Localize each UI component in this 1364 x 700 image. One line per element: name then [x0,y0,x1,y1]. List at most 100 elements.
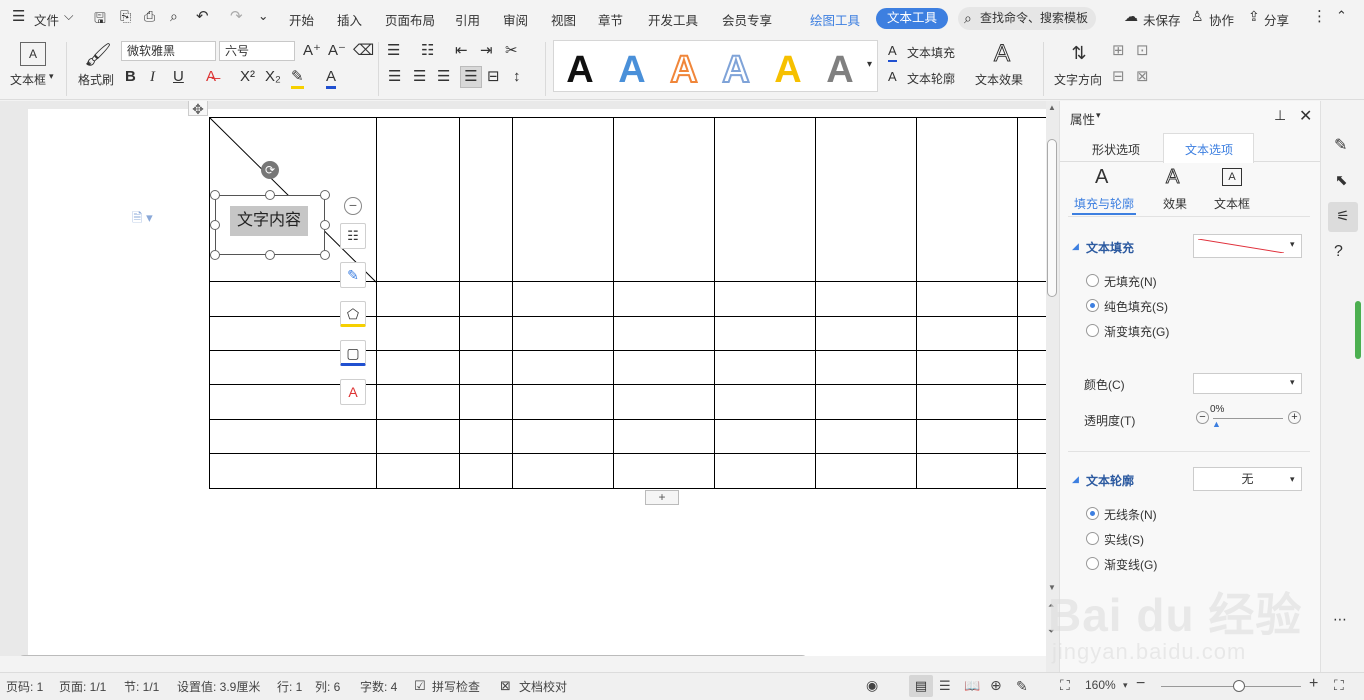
text-fill-button[interactable]: 文本填充 [907,44,955,61]
resize-handle[interactable] [320,250,330,260]
fill-solid-label[interactable]: 纯色填充(S) [1104,298,1168,315]
resize-handle[interactable] [210,220,220,230]
collapse-toolbar-icon[interactable]: − [344,197,362,215]
art-text-gallery[interactable]: A A A A A A ▾ [553,40,878,92]
layout-options-icon[interactable]: ☷ [340,223,366,249]
proofread-button[interactable]: 文档校对 [519,678,567,695]
textbox[interactable]: 文字内容 [215,195,325,255]
text-tools-icon[interactable]: ✂ [505,42,518,60]
table-move-icon[interactable]: ✥ [188,101,208,117]
tab-start[interactable]: 开始 [289,10,314,29]
status-page[interactable]: 页面: 1/1 [59,678,106,695]
underline-icon[interactable]: U [173,68,184,86]
more-dots-icon[interactable]: ⋯ [1333,611,1347,628]
resize-handle[interactable] [265,250,275,260]
tab-drawing-tools[interactable]: 绘图工具 [810,10,860,29]
more-icon[interactable]: ⋮ [1312,7,1327,25]
collapse-ribbon-icon[interactable]: ⌃ [1336,8,1347,24]
zoom-slider[interactable] [1161,686,1301,687]
clear-format-icon[interactable]: ⌫ [353,42,374,60]
minus-icon[interactable]: − [1196,411,1209,424]
outline-solid-label[interactable]: 实线(S) [1104,531,1144,548]
grow-font-icon[interactable]: A⁺ [303,42,321,60]
export-icon[interactable]: ⎘ [120,8,131,25]
italic-icon[interactable]: I [150,68,155,86]
plus-icon[interactable]: + [1288,411,1301,424]
art-style-blue-outline[interactable]: A [718,48,754,92]
art-style-blue[interactable]: A [614,49,650,91]
art-style-black[interactable]: A [562,49,598,91]
effect-icon[interactable]: A [1165,166,1179,189]
shape-fill-icon[interactable]: ⬠ [340,301,366,327]
help-icon[interactable]: ? [1334,243,1343,261]
close-icon[interactable]: ✕ [1299,106,1312,126]
tab-insert[interactable]: 插入 [337,10,362,29]
add-row-button[interactable]: + [645,490,679,505]
scroll-right-icon[interactable]: ▶ [1034,654,1041,656]
scroll-thumb[interactable] [1047,139,1057,297]
format-painter-button[interactable]: 格式刷 [78,71,114,88]
rotate-icon[interactable]: ⟳ [261,161,279,179]
indent-icon[interactable]: ⇥ [480,42,493,60]
page-view-icon[interactable]: ▤ [909,675,933,697]
fullscreen-icon[interactable]: ⛶ [1334,677,1344,694]
undo-icon[interactable]: ↶ [196,7,209,25]
eye-protect-icon[interactable]: ◉ [866,677,878,694]
share-button[interactable]: 分享 [1264,10,1289,29]
tab-chapter[interactable]: 章节 [598,10,623,29]
tab-page-layout[interactable]: 页面布局 [385,10,435,29]
align-center-icon[interactable]: ☰ [413,68,426,86]
preview-icon[interactable]: ⌕ [170,8,178,25]
outline-view-icon[interactable]: ☰ [939,678,951,694]
align-left-icon[interactable]: ☰ [388,68,401,86]
outline-solid-radio[interactable] [1086,532,1099,545]
shape-style-icon[interactable]: ✎ [340,262,366,288]
document-area[interactable]: 🗎 ▾ ✥ 文字内容 ⟳ − ☷ ✎ ⬠ ▢ A + [0,101,1046,656]
fill-none-radio[interactable] [1086,274,1099,287]
textbox-button[interactable]: 文本框 [10,71,46,88]
font-color-icon[interactable]: A [326,68,337,89]
collapse-icon[interactable]: ◢ [1072,474,1079,485]
quick-access-more-icon[interactable]: ⌄ [258,8,268,23]
tab-member[interactable]: 会员专享 [722,10,772,29]
spellcheck-icon[interactable]: ☑ [414,678,426,694]
text-link-icon[interactable]: ⊠ [1136,68,1149,86]
collab-button[interactable]: 协作 [1209,10,1234,29]
chevron-down-icon[interactable]: ▾ [1096,110,1101,121]
bullet-list-icon[interactable]: ☰ [387,42,400,60]
gallery-more-icon[interactable]: ▾ [867,59,872,70]
line-spacing-icon[interactable]: ↕ [513,68,521,86]
status-section[interactable]: 节: 1/1 [124,678,159,695]
spellcheck-button[interactable]: 拼写检查 [432,678,480,695]
text-outline-icon[interactable]: A [888,68,897,86]
resize-handle[interactable] [210,250,220,260]
slider-thumb[interactable]: ▲ [1212,419,1221,429]
text-direction-icon[interactable]: ⇅ [1066,40,1092,66]
art-style-gray[interactable]: A [822,49,858,91]
chevron-down-icon[interactable]: ▾ [1123,680,1128,691]
textbox-content[interactable]: 文字内容 [230,206,308,236]
draw-view-icon[interactable]: ✎ [1016,678,1028,695]
status-page-code[interactable]: 页码: 1 [6,678,43,695]
page-marker-icon[interactable]: 🗎 ▾ [132,209,153,231]
font-name-select[interactable]: 微软雅黑 [121,41,216,61]
outline-gradient-radio[interactable] [1086,557,1099,570]
web-view-icon[interactable]: ⊕ [990,677,1002,694]
resize-handle[interactable] [265,190,275,200]
status-row[interactable]: 行: 1 [277,678,302,695]
shrink-font-icon[interactable]: A⁻ [328,42,346,60]
zoom-thumb[interactable] [1233,680,1245,692]
fill-gradient-radio[interactable] [1086,324,1099,337]
outdent-icon[interactable]: ⇤ [455,42,468,60]
tab-references[interactable]: 引用 [455,10,480,29]
chevron-down-icon[interactable]: ⌵ [64,9,73,24]
color-select[interactable]: ▾ [1193,373,1302,394]
outline-none-label[interactable]: 无线条(N) [1104,506,1157,523]
text-wrap-icon[interactable]: ⊟ [1112,68,1125,86]
pin-icon[interactable]: ⊥ [1274,107,1286,124]
fill-outline-icon[interactable]: A [1095,166,1108,189]
redo-icon[interactable]: ↷ [230,7,243,25]
tab-text-options[interactable]: 文本选项 [1185,141,1233,158]
properties-icon[interactable]: ⚟ [1328,202,1358,232]
panel-title[interactable]: 属性 [1070,109,1095,128]
